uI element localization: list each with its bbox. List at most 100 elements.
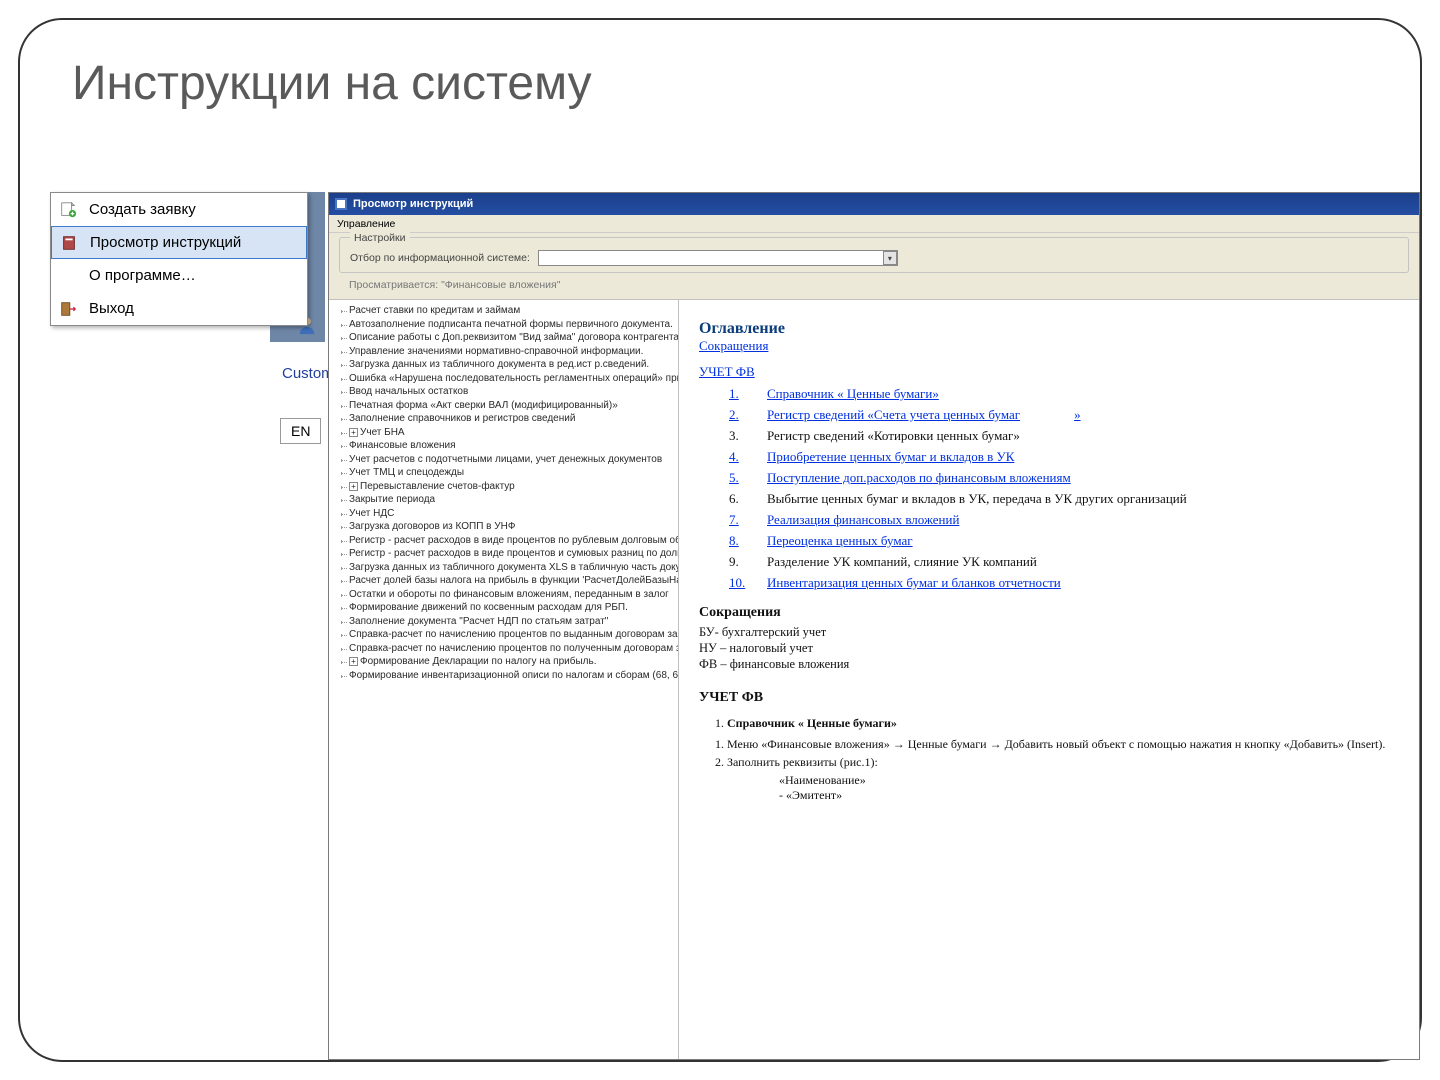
tree-item[interactable]: Ввод начальных остатков (341, 385, 674, 399)
tree-item[interactable]: Учет расчетов с подотчетными лицами, уче… (341, 453, 674, 467)
plus-icon[interactable]: + (349, 428, 358, 437)
tree-item[interactable]: Справка-расчет по начислению процентов п… (341, 642, 674, 656)
blank-icon (57, 265, 79, 287)
tree-item[interactable]: Регистр - расчет расходов в виде процент… (341, 534, 674, 548)
toc-number: 8. (729, 533, 753, 549)
toc-text[interactable]: Реализация финансовых вложений (767, 512, 959, 528)
tree-item[interactable]: Загрузка данных из табличного документа … (341, 358, 674, 372)
toc-number: 2. (729, 407, 753, 423)
menu-item-about[interactable]: О программе… (51, 259, 307, 292)
toc-item[interactable]: 7. Реализация финансовых вложений (729, 512, 1399, 528)
content-panel[interactable]: Оглавление Сокращения УЧЕТ ФВ 1.Справочн… (679, 300, 1419, 1060)
book-icon (58, 232, 80, 254)
tree-item[interactable]: Закрытие периода (341, 493, 674, 507)
tree-group[interactable]: +Перевыставление счетов-фактур (341, 480, 674, 494)
tree-item[interactable]: Остатки и обороты по финансовым вложения… (341, 588, 674, 602)
chevron-down-icon[interactable]: ▾ (883, 251, 897, 265)
context-menu: Создать заявку Просмотр инструкций О про… (50, 192, 308, 326)
step-item: Меню «Финансовые вложения» → Ценные бума… (727, 737, 1399, 752)
tree-item[interactable]: Заполнение справочников и регистров свед… (341, 412, 674, 426)
tree-item[interactable]: Ошибка «Нарушена последовательность регл… (341, 372, 674, 386)
toc-item[interactable]: 2. Регистр сведений «Счета учета ценных б… (729, 407, 1399, 423)
toc-number: 5. (729, 470, 753, 486)
tree-item[interactable]: Учет ТМЦ и спецодежды (341, 466, 674, 480)
toc-text: Регистр сведений «Котировки ценных бумаг… (767, 428, 1020, 444)
toc-number: 10. (729, 575, 753, 591)
tree-item[interactable]: Учет НДС (341, 507, 674, 521)
toc-number: 7. (729, 512, 753, 528)
toc-number: 4. (729, 449, 753, 465)
toc-number: 9. (729, 554, 753, 570)
toc-text: Разделение УК компаний, слияние УК компа… (767, 554, 1037, 570)
tree-item[interactable]: Регистр - расчет расходов в виде процент… (341, 547, 674, 561)
toc-text[interactable]: Регистр сведений «Счета учета ценных бум… (767, 407, 1020, 423)
tree-group[interactable]: +Формирование Декларации по налогу на пр… (341, 655, 674, 669)
abbrev-heading: Сокращения (699, 605, 1399, 621)
toc-item[interactable]: 1.Справочник « Ценные бумаги» (729, 386, 1399, 402)
toc-text[interactable]: Приобретение ценных бумаг и вкладов в УК (767, 449, 1014, 465)
plus-icon[interactable]: + (349, 482, 358, 491)
abbrev-line: ФВ – финансовые вложения (699, 657, 1399, 672)
toc-item[interactable]: 3. Регистр сведений «Котировки ценных бум… (729, 428, 1399, 444)
menu-item-view-instructions[interactable]: Просмотр инструкций (51, 226, 307, 259)
tree-item[interactable]: Описание работы с Доп.реквизитом "Вид за… (341, 331, 674, 345)
window-titlebar[interactable]: Просмотр инструкций (329, 193, 1419, 215)
tree-item[interactable]: Формирование движений по косвенным расхо… (341, 601, 674, 615)
toc-item[interactable]: 8. Переоценка ценных бумаг (729, 533, 1399, 549)
plus-icon[interactable]: + (349, 657, 358, 666)
menu-item-exit[interactable]: Выход (51, 292, 307, 325)
language-indicator[interactable]: EN (280, 418, 321, 444)
link-uchet-fv[interactable]: УЧЕТ ФВ (699, 364, 755, 379)
slide-title: Инструкции на систему (72, 56, 592, 111)
toc-number: 3. (729, 428, 753, 444)
menu-manage[interactable]: Управление (337, 218, 395, 230)
custom-label: Custom (282, 365, 334, 382)
tree-item[interactable]: Расчет долей базы налога на прибыль в фу… (341, 574, 674, 588)
toc-item[interactable]: 9. Разделение УК компаний, слияние УК ком… (729, 554, 1399, 570)
tree-item[interactable]: Формирование инвентаризационной описи по… (341, 669, 674, 683)
tree-item[interactable]: Печатная форма «Акт сверки ВАЛ (модифици… (341, 399, 674, 413)
new-doc-icon (57, 199, 79, 221)
app-icon (335, 198, 347, 210)
menu-item-label: О программе… (89, 267, 196, 284)
toc-item[interactable]: 10. Инвентаризация ценных бумаг и бланков… (729, 575, 1399, 591)
viewing-status: Просматривается: "Финансовые вложения" (339, 279, 1409, 291)
toc-extra[interactable]: » (1074, 407, 1081, 423)
filter-dropdown[interactable]: ▾ (538, 250, 898, 266)
menu-item-label: Создать заявку (89, 201, 196, 218)
toc-text[interactable]: Справочник « Ценные бумаги» (767, 386, 939, 402)
window-title: Просмотр инструкций (353, 198, 473, 210)
toc-text[interactable]: Переоценка ценных бумаг (767, 533, 913, 549)
filter-label: Отбор по информационной системе: (350, 252, 530, 264)
tree-item[interactable]: Автозаполнение подписанта печатной формы… (341, 318, 674, 332)
tree-item[interactable]: Загрузка договоров из КОПП в УНФ (341, 520, 674, 534)
section-title-row: Справочник « Ценные бумаги» (727, 716, 1399, 731)
toc-text[interactable]: Поступление доп.расходов по финансовым в… (767, 470, 1071, 486)
toc-text[interactable]: Инвентаризация ценных бумаг и бланков от… (767, 575, 1061, 591)
abbrev-line: НУ – налоговый учет (699, 641, 1399, 656)
step-subitem: «Наименование» (779, 773, 1399, 788)
menu-item-label: Выход (89, 300, 134, 317)
link-abbreviations[interactable]: Сокращения (699, 338, 768, 353)
instructions-viewer-window: Просмотр инструкций Управление Настройки… (328, 192, 1420, 1060)
tree-item[interactable]: Заполнение документа "Расчет НДП по стат… (341, 615, 674, 629)
menu-item-label: Просмотр инструкций (90, 234, 241, 251)
toc-list: 1.Справочник « Ценные бумаги» 2. Регистр с… (729, 386, 1399, 591)
menu-item-create-request[interactable]: Создать заявку (51, 193, 307, 226)
tree-item[interactable]: Справка-расчет по начислению процентов п… (341, 628, 674, 642)
tree-item[interactable]: Расчет ставки по кредитам и займам (341, 304, 674, 318)
toc-text: Выбытие ценных бумаг и вкладов в УК, пер… (767, 491, 1187, 507)
content-heading: Оглавление (699, 320, 1399, 338)
tree-item[interactable]: Управление значениями нормативно-справоч… (341, 345, 674, 359)
abbrev-block: БУ- бухгалтерский учетНУ – налоговый уче… (699, 625, 1399, 672)
tree-panel[interactable]: Расчет ставки по кредитам и займамАвтоза… (329, 300, 679, 1060)
step-item: Заполнить реквизиты (рис.1): (727, 755, 1399, 770)
exit-icon (57, 298, 79, 320)
tree-item[interactable]: Финансовые вложения (341, 439, 674, 453)
toc-item[interactable]: 6.Выбытие ценных бумаг и вкладов в УК, п… (729, 491, 1399, 507)
fieldset-label: Настройки (350, 232, 410, 244)
tree-group[interactable]: +Учет БНА (341, 426, 674, 440)
tree-item[interactable]: Загрузка данных из табличного документа … (341, 561, 674, 575)
toc-item[interactable]: 5. Поступление доп.расходов по финансовым… (729, 470, 1399, 486)
toc-item[interactable]: 4. Приобретение ценных бумаг и вкладов в … (729, 449, 1399, 465)
